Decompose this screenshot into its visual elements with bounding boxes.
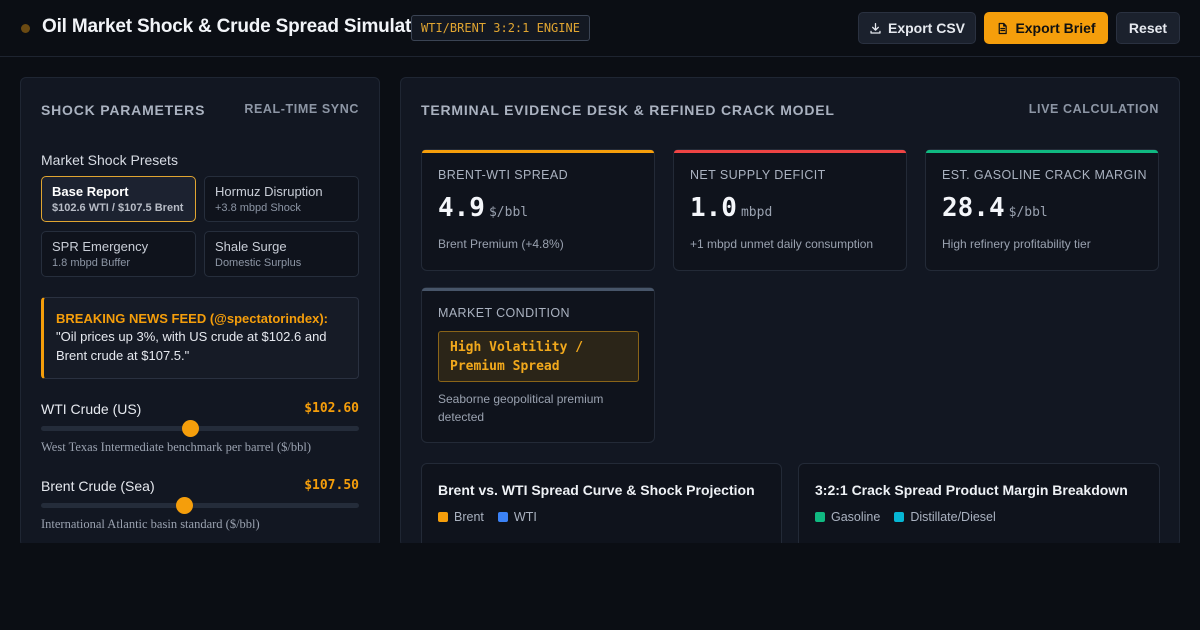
news-body: "Oil prices up 3%, with US crude at $102… (56, 329, 327, 363)
legend-item-brent: Brent (438, 510, 484, 524)
preset-base-report[interactable]: Base Report $102.6 WTI / $107.5 Brent (41, 176, 196, 222)
chart-legend: Gasoline Distillate/Diesel (815, 510, 996, 524)
panel-tag: REAL-TIME SYNC (244, 102, 359, 116)
card-value: 28.4 $/bbl (942, 193, 1048, 223)
metric-card-crack-margin: EST. GASOLINE CRACK MARGIN 28.4 $/bbl Hig… (925, 149, 1159, 271)
wti-slider-thumb[interactable] (182, 420, 200, 437)
card-value-number: 28.4 (942, 193, 1005, 223)
legend-label: Gasoline (831, 510, 881, 524)
slider-value: $107.50 (304, 478, 359, 493)
card-accent-bar (422, 288, 654, 291)
legend-item-distillate: Distillate/Diesel (894, 510, 996, 524)
market-condition-card: MARKET CONDITION High Volatility / Premi… (421, 287, 655, 443)
chart-title: Brent vs. WTI Spread Curve & Shock Proje… (438, 482, 755, 498)
crack-model-panel: TERMINAL EVIDENCE DESK & REFINED CRACK M… (400, 77, 1180, 553)
card-accent-bar (674, 150, 906, 153)
preset-name: Base Report (52, 184, 129, 199)
legend-label: Distillate/Diesel (910, 510, 996, 524)
viewport-cutoff (0, 543, 1200, 630)
card-accent-bar (422, 150, 654, 153)
crack-breakdown-chart-card: 3:2:1 Crack Spread Product Margin Breakd… (798, 463, 1160, 553)
preset-sub: $102.6 WTI / $107.5 Brent (52, 202, 184, 214)
document-icon (999, 22, 1008, 34)
card-label: MARKET CONDITION (438, 306, 570, 320)
app-title: Oil Market Shock & Crude Spread Simulato… (42, 16, 430, 37)
card-unit: $/bbl (488, 205, 529, 220)
preset-name: Hormuz Disruption (215, 184, 323, 199)
spread-curve-chart-card: Brent vs. WTI Spread Curve & Shock Proje… (421, 463, 782, 553)
legend-swatch (894, 512, 905, 522)
card-note: High refinery profitability tier (942, 237, 1091, 251)
export-brief-button[interactable]: Export Brief (984, 12, 1108, 44)
preset-sub: Domestic Surplus (215, 257, 302, 269)
card-value: 4.9 $/bbl (438, 193, 528, 223)
slider-description: West Texas Intermediate benchmark per ba… (41, 440, 311, 454)
legend-item-gasoline: Gasoline (815, 510, 880, 524)
app-header: Oil Market Shock & Crude Spread Simulato… (0, 0, 1200, 57)
chart-legend: Brent WTI (438, 510, 537, 524)
brent-slider-track[interactable] (41, 503, 359, 508)
breaking-news-feed: BREAKING NEWS FEED (@spectatorindex): "O… (41, 297, 359, 379)
shock-parameters-panel: SHOCK PARAMETERS REAL-TIME SYNC Market S… (20, 77, 380, 547)
panel-title: TERMINAL EVIDENCE DESK & REFINED CRACK M… (421, 102, 835, 118)
reset-button[interactable]: Reset (1116, 12, 1180, 44)
condition-status-badge: High Volatility / Premium Spread (438, 331, 639, 382)
legend-item-wti: WTI (497, 510, 537, 524)
preset-name: SPR Emergency (52, 239, 149, 254)
brent-slider-thumb[interactable] (176, 497, 194, 514)
legend-label: Brent (454, 510, 484, 524)
card-value: 1.0 mbpd (690, 193, 772, 223)
card-value-number: 1.0 (690, 193, 737, 223)
card-accent-bar (926, 150, 1158, 153)
wti-slider-track[interactable] (41, 426, 359, 431)
chart-title: 3:2:1 Crack Spread Product Margin Breakd… (815, 482, 1128, 498)
card-value-number: 4.9 (438, 193, 485, 223)
status-dot-icon (21, 24, 30, 33)
card-label: EST. GASOLINE CRACK MARGIN (942, 168, 1147, 182)
panel-title: SHOCK PARAMETERS (41, 102, 206, 118)
news-headline: BREAKING NEWS FEED (@spectatorindex): (56, 311, 328, 326)
export-csv-label: Export CSV (887, 20, 965, 36)
card-label: BRENT-WTI SPREAD (438, 168, 569, 182)
preset-spr-emergency[interactable]: SPR Emergency 1.8 mbpd Buffer (41, 231, 196, 277)
card-label: NET SUPPLY DEFICIT (690, 168, 826, 182)
preset-sub: 1.8 mbpd Buffer (52, 257, 131, 269)
reset-label: Reset (1128, 20, 1168, 36)
export-brief-label: Export Brief (1015, 20, 1096, 36)
panel-tag: LIVE CALCULATION (1028, 102, 1159, 116)
card-unit: $/bbl (1008, 205, 1048, 220)
preset-shale-surge[interactable]: Shale Surge Domestic Surplus (204, 231, 359, 277)
preset-sub: +3.8 mbpd Shock (215, 202, 301, 214)
metric-card-supply-deficit: NET SUPPLY DEFICIT 1.0 mbpd +1 mbpd unmet… (673, 149, 907, 271)
export-csv-button[interactable]: Export CSV (858, 12, 976, 44)
condition-note: Seaborne geopolitical premium detected (438, 392, 604, 424)
metric-card-spread: BRENT-WTI SPREAD 4.9 $/bbl Brent Premium … (421, 149, 655, 271)
slider-value: $102.60 (304, 401, 359, 416)
legend-swatch (497, 512, 508, 522)
engine-badge: WTI/BRENT 3:2:1 ENGINE (411, 15, 590, 41)
slider-label: WTI Crude (US) (41, 401, 142, 417)
slider-description: International Atlantic basin standard ($… (41, 517, 260, 531)
preset-hormuz-disruption[interactable]: Hormuz Disruption +3.8 mbpd Shock (204, 176, 359, 222)
legend-swatch (438, 512, 448, 522)
card-note: +1 mbpd unmet daily consumption (690, 237, 874, 251)
card-unit: mbpd (740, 205, 773, 220)
slider-label: Brent Crude (Sea) (41, 478, 155, 494)
download-icon (870, 22, 881, 34)
card-note: Brent Premium (+4.8%) (438, 237, 564, 251)
legend-swatch (815, 512, 825, 522)
legend-label: WTI (513, 510, 537, 524)
presets-label: Market Shock Presets (41, 152, 178, 168)
preset-name: Shale Surge (215, 239, 287, 254)
